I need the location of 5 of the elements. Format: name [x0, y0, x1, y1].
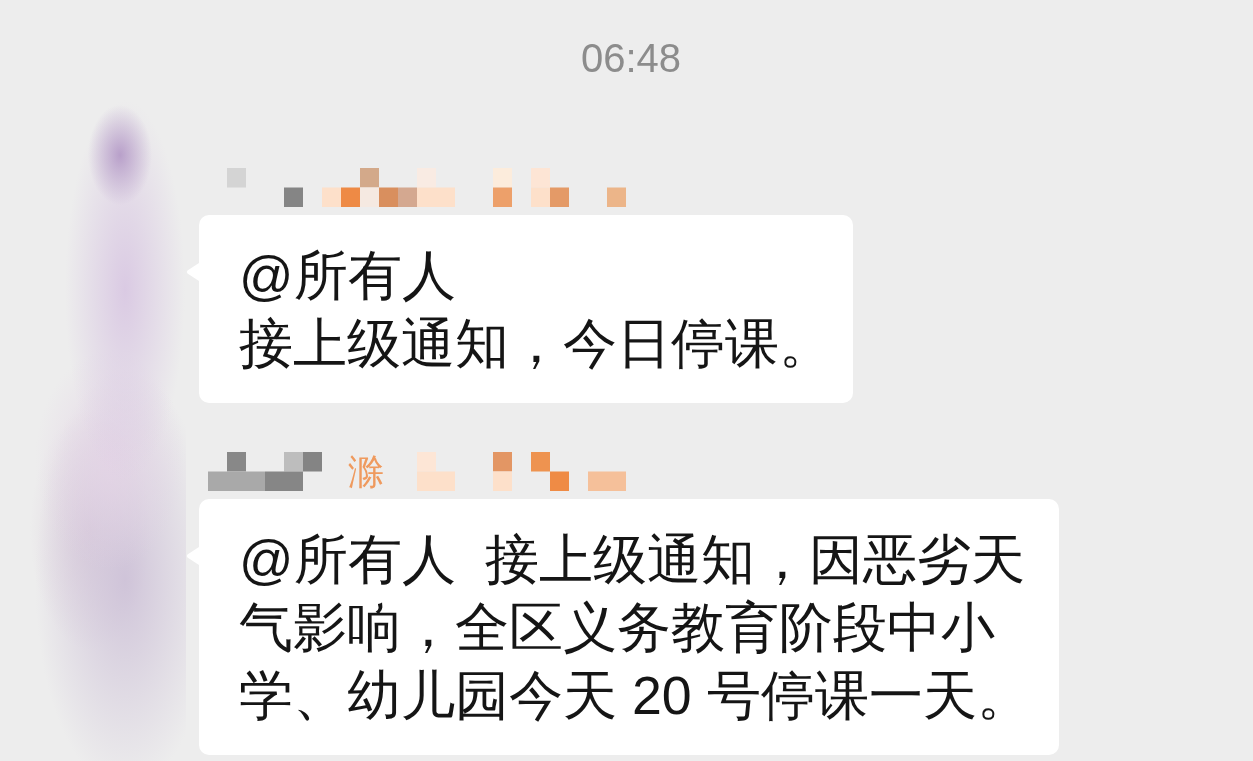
sender-name-fragment: 滁: [348, 452, 384, 491]
message-text: @所有人: [239, 244, 456, 307]
timestamp: 06:48: [580, 35, 682, 82]
message-text: 接上级通知，今日停课。: [239, 312, 833, 375]
message-text: @所有人 接上级通知，因恶劣天气影响，全区义务教育阶段中小学、幼儿园今天 20 号停课一天。: [239, 528, 1032, 727]
